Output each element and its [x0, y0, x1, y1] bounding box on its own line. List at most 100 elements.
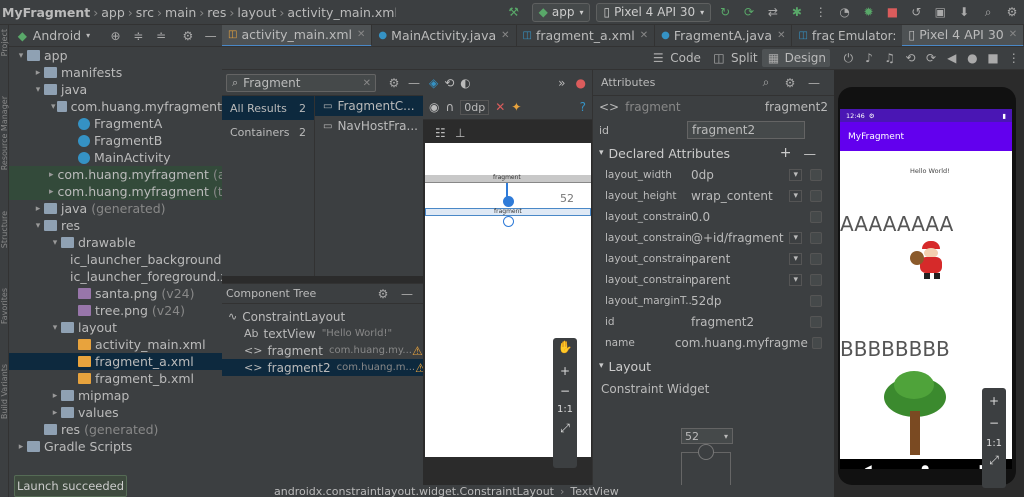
- tree-item[interactable]: FragmentB: [9, 132, 222, 149]
- add-icon[interactable]: +: [780, 145, 792, 161]
- tree-item[interactable]: ▸ manifests: [9, 64, 222, 81]
- tree-item[interactable]: fragment_b.xml: [9, 370, 222, 387]
- view-options-icon[interactable]: ◉: [429, 100, 439, 114]
- emulator-zoom-out-button[interactable]: −: [982, 416, 1006, 430]
- emulator-zoom-fit-button[interactable]: ⤢: [982, 453, 1006, 468]
- zoom-in-button[interactable]: +: [553, 364, 577, 378]
- gear-icon[interactable]: ⚙: [782, 76, 798, 90]
- pick-resource-icon[interactable]: [810, 210, 822, 223]
- project-view-select[interactable]: Android: [33, 28, 81, 43]
- dropdown-icon[interactable]: ▾: [789, 273, 802, 286]
- avd-icon[interactable]: ▣: [932, 5, 948, 19]
- locate-icon[interactable]: ⊕: [108, 29, 123, 43]
- run-config-select[interactable]: ◆ app ▾: [531, 2, 591, 22]
- home-icon[interactable]: ●: [965, 51, 980, 65]
- apply-code-icon[interactable]: ⇄: [765, 5, 781, 19]
- help-icon[interactable]: ?: [580, 100, 586, 114]
- chevron-icon[interactable]: ▸: [32, 204, 44, 214]
- tree-item[interactable]: ▸ Gradle Scripts: [9, 438, 222, 455]
- attribute-row[interactable]: layout_constrain...parent▾: [593, 248, 834, 269]
- layout-section-header[interactable]: ▾ Layout: [593, 355, 834, 377]
- more-icon[interactable]: ⋮: [1006, 51, 1021, 65]
- clear-icon[interactable]: ✕: [363, 78, 371, 89]
- gear-icon[interactable]: ⚙: [375, 287, 391, 301]
- hide-icon[interactable]: —: [406, 76, 422, 90]
- breadcrumb-item[interactable]: main: [165, 5, 196, 20]
- pick-resource-icon[interactable]: [810, 189, 822, 202]
- tree-item[interactable]: ▸com.huang.myfragment(an: [9, 166, 222, 183]
- side-tool-label[interactable]: Structure: [0, 211, 9, 248]
- hammer-icon[interactable]: ⚒: [506, 5, 522, 19]
- tree-item[interactable]: santa.png (v24): [9, 285, 222, 302]
- fragment-preview[interactable]: fragment: [425, 174, 591, 183]
- attribute-value[interactable]: com.huang.myfragme: [675, 336, 808, 350]
- tree-item[interactable]: ic_launcher_background.: [9, 251, 222, 268]
- profile-icon[interactable]: ◔: [837, 5, 853, 19]
- search-icon[interactable]: ⌕: [758, 75, 774, 90]
- constraint-chain-icon[interactable]: [698, 444, 714, 460]
- chevron-icon[interactable]: ▾: [49, 238, 61, 248]
- tree-item[interactable]: MainActivity: [9, 149, 222, 166]
- tree-item[interactable]: ▸ java (generated): [9, 200, 222, 217]
- expand-all-icon[interactable]: ≑: [131, 29, 146, 43]
- fragment2-preview[interactable]: fragment: [425, 208, 591, 216]
- attribute-row[interactable]: id fragment2: [593, 311, 834, 332]
- nav-back-icon[interactable]: ◀: [865, 464, 872, 469]
- breadcrumb-item[interactable]: layout: [237, 5, 276, 20]
- close-icon[interactable]: ✕: [501, 30, 509, 41]
- rerun-icon[interactable]: ↻: [717, 5, 733, 19]
- breadcrumb-item[interactable]: src: [136, 5, 154, 20]
- pick-resource-icon[interactable]: [810, 231, 822, 244]
- default-margin-field[interactable]: 0dp: [460, 99, 490, 115]
- chevron-icon[interactable]: ▸: [32, 68, 44, 78]
- layers-icon[interactable]: ◈: [429, 76, 438, 90]
- magnet-icon[interactable]: ∩: [445, 100, 454, 114]
- attribute-row[interactable]: layout_width 0dp ▾: [593, 164, 834, 185]
- design-canvas[interactable]: ◈ ⟲ ◐ » ● ◉ ∩ 0dp ✕ ✦ ? ☷ ⊥ fragment fra…: [423, 70, 592, 497]
- hide-icon[interactable]: —: [399, 287, 415, 301]
- attribute-value[interactable]: wrap_content: [691, 189, 789, 203]
- device-select[interactable]: ▯ Pixel 4 API 30 ▾: [596, 2, 712, 22]
- breadcrumb-item[interactable]: res: [207, 5, 226, 20]
- overview-icon[interactable]: ■: [986, 51, 1001, 65]
- zoom-actual-button[interactable]: 1:1: [553, 404, 577, 415]
- palette-category[interactable]: Containers 2: [222, 120, 314, 144]
- tree-item[interactable]: ▾ app: [9, 47, 222, 64]
- attribute-value[interactable]: @+id/fragment: [691, 231, 789, 245]
- emulator-zoom-in-button[interactable]: +: [982, 394, 1006, 408]
- tree-item[interactable]: ▸ values: [9, 404, 222, 421]
- editor-tab[interactable]: ● FragmentA.java ✕: [655, 25, 793, 46]
- declared-attributes-header[interactable]: ▾ Declared Attributes + —: [593, 142, 834, 164]
- close-icon[interactable]: ✕: [357, 29, 365, 40]
- attribute-row[interactable]: layout_constrain...0.0: [593, 206, 834, 227]
- attribute-row[interactable]: layout_constrain...parent▾: [593, 269, 834, 290]
- constraint-margin-select[interactable]: 52 ▾: [681, 428, 733, 444]
- bottom-anchor-handle[interactable]: [503, 216, 514, 227]
- top-anchor-handle[interactable]: [503, 196, 514, 207]
- editor-tab[interactable]: ◫ fragment_a.xml ✕: [517, 25, 656, 46]
- side-tool-label[interactable]: Favorites: [0, 288, 9, 324]
- editor-tab[interactable]: ◫ activity_main.xml ✕: [222, 25, 373, 46]
- close-icon[interactable]: ✕: [1009, 29, 1017, 40]
- pick-resource-icon[interactable]: [810, 294, 822, 307]
- tree-item[interactable]: ▾ layout: [9, 319, 222, 336]
- tree-item[interactable]: ▾ com.huang.myfragment: [9, 98, 222, 115]
- collapse-all-icon[interactable]: ≐: [154, 29, 169, 43]
- pick-resource-icon[interactable]: [810, 252, 822, 265]
- attribute-row[interactable]: layout_constrain...@+id/fragment▾: [593, 227, 834, 248]
- component-tree-item[interactable]: ∿ ConstraintLayout: [222, 308, 423, 325]
- attribute-value[interactable]: parent: [691, 273, 789, 287]
- attribute-row[interactable]: layout_marginT... 52dp: [593, 290, 834, 311]
- tree-item[interactable]: ▸ mipmap: [9, 387, 222, 404]
- error-icon[interactable]: ●: [576, 76, 586, 90]
- palette-result[interactable]: ▭ NavHostFra...: [315, 116, 423, 136]
- palette-result[interactable]: ▭ FragmentC...: [315, 96, 423, 116]
- palette-category[interactable]: All Results 2: [222, 96, 314, 120]
- breadcrumb-item[interactable]: activity_main.xml: [287, 5, 395, 20]
- split-mode-button[interactable]: Split: [731, 51, 758, 65]
- tree-item[interactable]: ▸com.huang.myfragment(te: [9, 183, 222, 200]
- clear-constraints-icon[interactable]: ✕: [495, 100, 505, 114]
- attribute-value[interactable]: 0.0: [691, 210, 806, 224]
- component-tree-item[interactable]: <> fragment com.huang.my... ⚠: [222, 342, 423, 359]
- close-icon[interactable]: ✕: [777, 30, 785, 41]
